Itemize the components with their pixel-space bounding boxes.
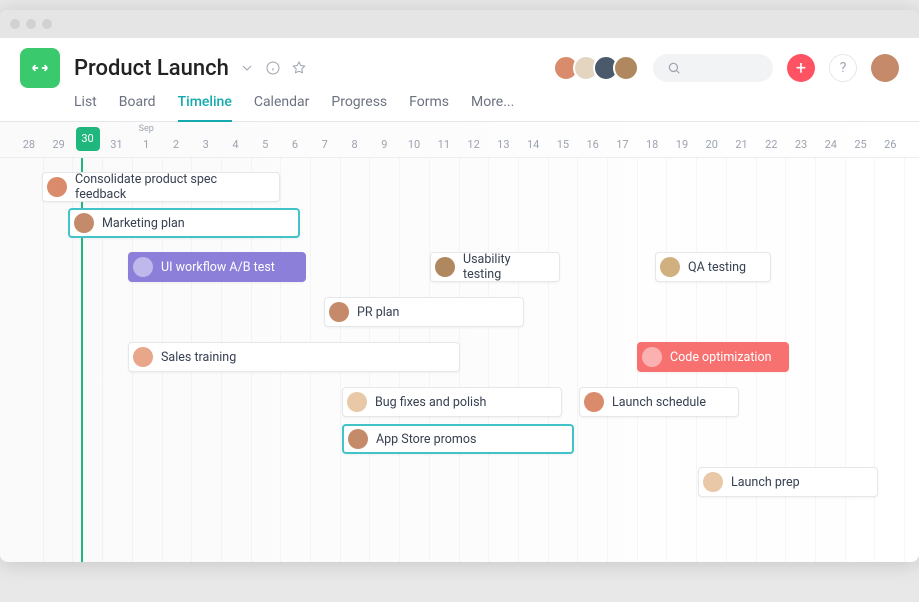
date-cell: 14 [518, 138, 548, 151]
window-control-max[interactable] [42, 19, 52, 29]
tab-forms[interactable]: Forms [409, 94, 449, 121]
date-cell: 8 [340, 138, 370, 151]
assignee-avatar [584, 392, 604, 412]
project-tabs: List Board Timeline Calendar Progress Fo… [0, 88, 919, 122]
task-card[interactable]: Marketing plan [68, 208, 300, 238]
assignee-avatar [74, 213, 94, 233]
collaborator-avatars[interactable] [553, 55, 639, 81]
date-cell: Sep1 [131, 138, 161, 151]
date-cell: 18 [637, 138, 667, 151]
tab-more[interactable]: More... [471, 94, 514, 121]
date-cell: 11 [429, 138, 459, 151]
chevron-down-icon[interactable] [239, 60, 255, 76]
date-cell: 16 [578, 138, 608, 151]
task-title: Launch prep [731, 475, 800, 490]
date-cell: 23 [786, 138, 816, 151]
date-cell: 15 [548, 138, 578, 151]
help-button[interactable]: ? [829, 54, 857, 82]
task-card[interactable]: Launch prep [698, 467, 878, 497]
window-titlebar [0, 10, 919, 38]
date-cell: 20 [697, 138, 727, 151]
date-cell: 3 [191, 138, 221, 151]
task-card[interactable]: App Store promos [342, 424, 574, 454]
date-cell: 31 [102, 138, 132, 151]
date-cell: 9 [369, 138, 399, 151]
date-cell: 7 [310, 138, 340, 151]
current-user-avatar[interactable] [871, 54, 899, 82]
tab-progress[interactable]: Progress [331, 94, 387, 121]
window-control-close[interactable] [10, 19, 20, 29]
task-title: Usability testing [463, 252, 549, 282]
task-card[interactable]: Bug fixes and polish [342, 387, 562, 417]
assignee-avatar [703, 472, 723, 492]
task-title: QA testing [688, 260, 746, 275]
tab-list[interactable]: List [74, 94, 97, 121]
task-card[interactable]: PR plan [324, 297, 524, 327]
task-card[interactable]: Usability testing [430, 252, 560, 282]
task-title: UI workflow A/B test [161, 260, 275, 275]
task-title: Marketing plan [102, 216, 185, 231]
date-cell: 10 [399, 138, 429, 151]
task-title: Launch schedule [612, 395, 706, 410]
date-cell: 13 [488, 138, 518, 151]
project-icon [20, 48, 60, 88]
star-icon[interactable] [291, 60, 307, 76]
task-title: App Store promos [376, 432, 476, 447]
info-icon[interactable] [265, 60, 281, 76]
date-cell: 2 [161, 138, 191, 151]
add-button[interactable]: + [787, 54, 815, 82]
window-control-min[interactable] [26, 19, 36, 29]
task-card[interactable]: Code optimization [637, 342, 789, 372]
task-card[interactable]: UI workflow A/B test [128, 252, 306, 282]
assignee-avatar [133, 257, 153, 277]
header-right: + ? [553, 54, 899, 82]
task-title: Sales training [161, 350, 236, 365]
date-cell: 17 [608, 138, 638, 151]
month-label: Sep [131, 124, 161, 134]
tab-timeline[interactable]: Timeline [178, 94, 232, 122]
task-title: Bug fixes and polish [375, 395, 486, 410]
assignee-avatar [329, 302, 349, 322]
assignee-avatar [133, 347, 153, 367]
date-cell: 24 [816, 138, 846, 151]
assignee-avatar [348, 429, 368, 449]
date-cell: 5 [250, 138, 280, 151]
assignee-avatar [47, 177, 67, 197]
assignee-avatar [435, 257, 455, 277]
date-cell: 6 [280, 138, 310, 151]
avatar[interactable] [613, 55, 639, 81]
tab-board[interactable]: Board [119, 94, 156, 121]
task-title: Consolidate product spec feedback [75, 172, 269, 202]
date-cell-today: 30 [76, 127, 100, 151]
search-icon [667, 61, 681, 75]
assignee-avatar [642, 347, 662, 367]
date-cell: 19 [667, 138, 697, 151]
date-cell: 26 [875, 138, 905, 151]
app-window: Product Launch + ? List Board Timeline [0, 10, 919, 562]
assignee-avatar [660, 257, 680, 277]
task-title: Code optimization [670, 350, 771, 365]
project-title: Product Launch [74, 56, 229, 81]
date-cell: 4 [221, 138, 251, 151]
date-cell: 25 [846, 138, 876, 151]
search-input[interactable] [653, 54, 773, 82]
timeline-view: 28 29 30 31 Sep1 2 3 4 5 6 7 8 9 10 11 1… [0, 122, 919, 562]
date-cell: 22 [756, 138, 786, 151]
tab-calendar[interactable]: Calendar [254, 94, 310, 121]
task-card[interactable]: Sales training [128, 342, 460, 372]
task-card[interactable]: Consolidate product spec feedback [42, 172, 280, 202]
task-card[interactable]: QA testing [655, 252, 771, 282]
assignee-avatar [347, 392, 367, 412]
project-header: Product Launch + ? [0, 38, 919, 88]
date-cell: 12 [459, 138, 489, 151]
task-card[interactable]: Launch schedule [579, 387, 739, 417]
task-title: PR plan [357, 305, 399, 320]
date-strip: 28 29 30 31 Sep1 2 3 4 5 6 7 8 9 10 11 1… [0, 122, 919, 158]
date-cell: 29 [44, 138, 74, 151]
date-cell: 28 [14, 138, 44, 151]
date-cell: 21 [727, 138, 757, 151]
